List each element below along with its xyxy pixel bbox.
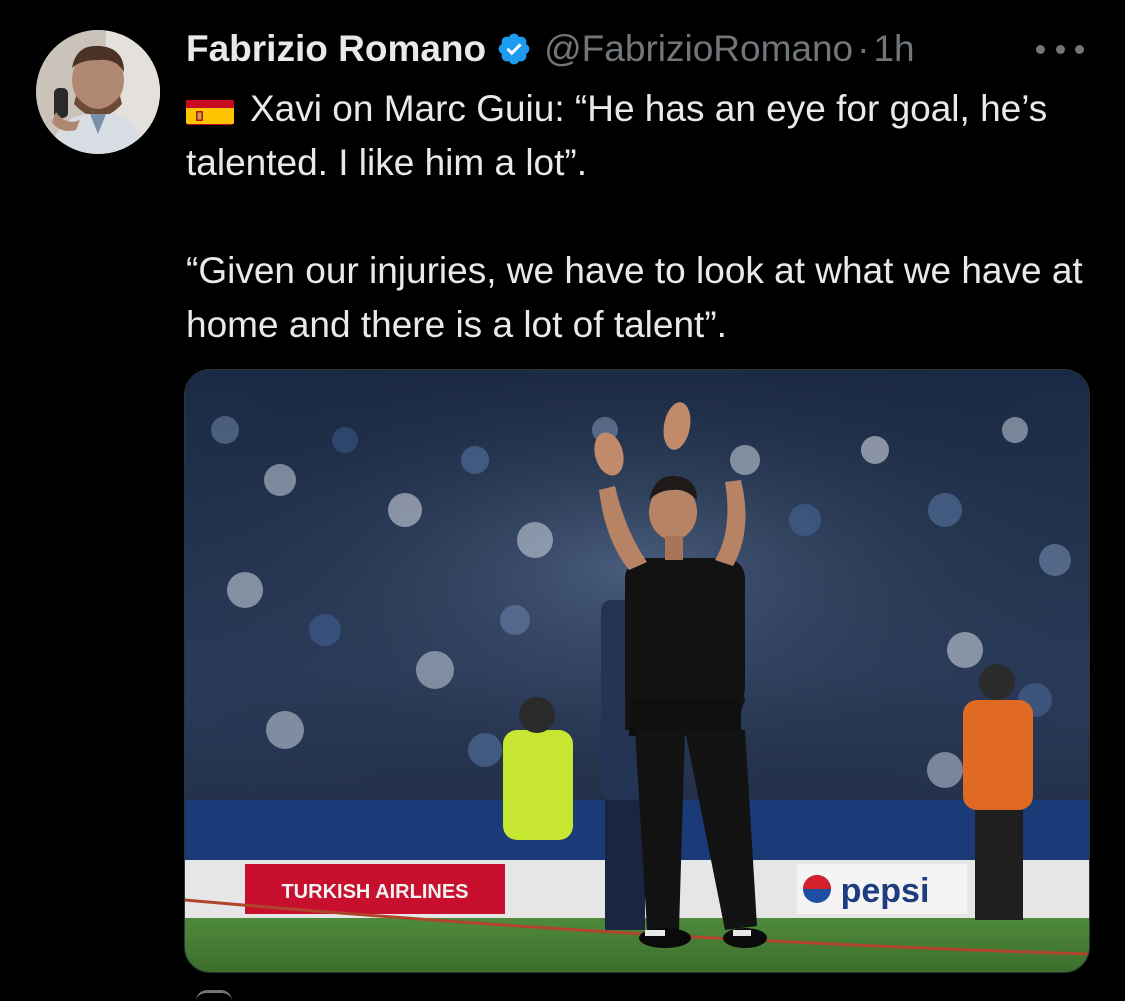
verified-badge-icon bbox=[496, 31, 532, 67]
separator-dot: · bbox=[857, 28, 870, 69]
ad-board-turkish: TURKISH AIRLINES bbox=[281, 881, 468, 903]
more-dot bbox=[1055, 44, 1065, 54]
tweet-text-line-1: Xavi on Marc Guiu: “He has an eye for go… bbox=[186, 88, 1048, 183]
tweet-card[interactable]: Fabrizio Romano @FabrizioRomano · 1h Xav… bbox=[0, 0, 1125, 998]
tweet-header: Fabrizio Romano @FabrizioRomano · 1h bbox=[186, 24, 915, 74]
tweet-timestamp[interactable]: 1h bbox=[873, 28, 914, 70]
tweet-text: Xavi on Marc Guiu: “He has an eye for go… bbox=[186, 82, 1096, 352]
action-bar-peek bbox=[196, 990, 232, 1001]
author-handle[interactable]: @FabrizioRomano bbox=[544, 28, 853, 70]
tweet-media-photo[interactable]: TURKISH AIRLINES pepsi bbox=[184, 369, 1090, 973]
author-avatar[interactable] bbox=[36, 30, 160, 154]
tweet-paragraph-1: Xavi on Marc Guiu: “He has an eye for go… bbox=[186, 82, 1096, 190]
ad-board-pepsi: pepsi bbox=[841, 872, 930, 910]
avatar-image bbox=[36, 30, 160, 154]
more-dot bbox=[1036, 44, 1045, 54]
tweet-paragraph-2: “Given our injuries, we have to look at … bbox=[186, 250, 1083, 345]
photo-illustration: TURKISH AIRLINES pepsi bbox=[185, 370, 1089, 972]
spain-flag-icon bbox=[186, 93, 234, 125]
more-options-icon[interactable] bbox=[1036, 36, 1084, 62]
author-name[interactable]: Fabrizio Romano bbox=[186, 28, 486, 70]
more-dot bbox=[1075, 44, 1084, 54]
